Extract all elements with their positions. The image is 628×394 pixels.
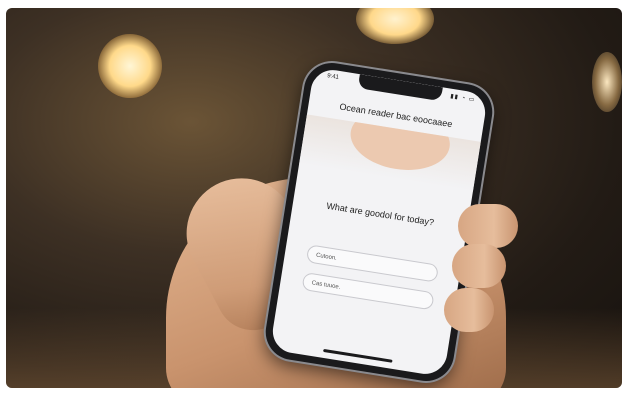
finger (444, 288, 494, 332)
finger (452, 244, 506, 288)
question-prompt: What are goodol for today? (325, 200, 435, 228)
finger (458, 204, 518, 248)
status-icons: ▮▮ ◔ ▭ (449, 93, 476, 104)
status-time: 9:41 (326, 73, 340, 81)
home-indicator (322, 348, 393, 363)
photo-frame: 9:41 ▮▮ ◔ ▭ Ocean reader bac eoocaaee Wh… (6, 8, 622, 388)
phone-notch (357, 74, 443, 102)
bokeh-light (592, 52, 622, 112)
bokeh-light (356, 8, 434, 44)
phone-screen: 9:41 ▮▮ ◔ ▭ Ocean reader bac eoocaaee Wh… (269, 66, 489, 378)
bokeh-light (98, 34, 162, 98)
